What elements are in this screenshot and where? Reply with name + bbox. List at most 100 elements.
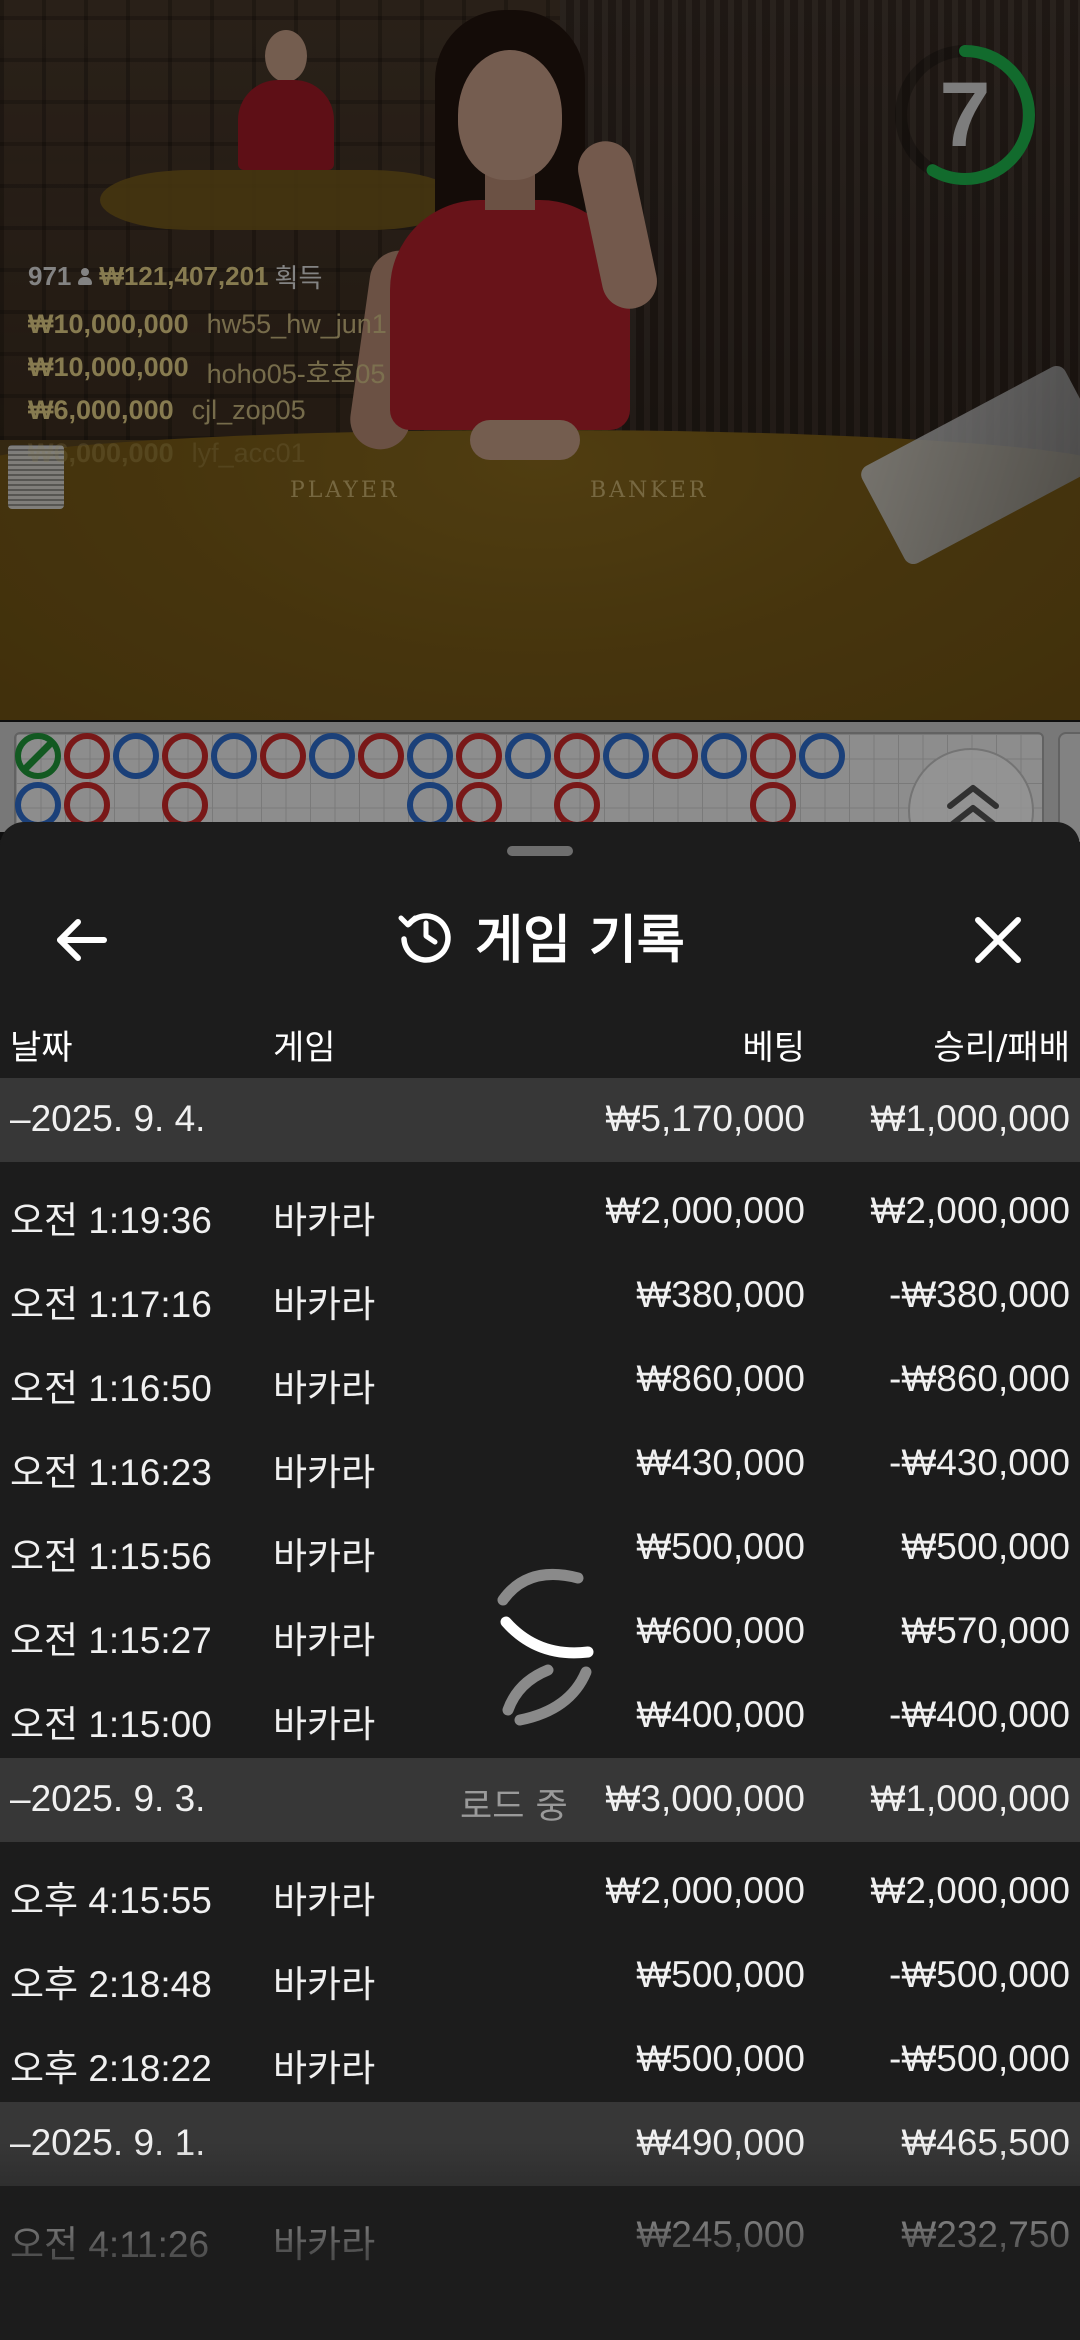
close-icon [975,917,1021,963]
bead-road-mark-player [701,733,747,779]
row-bet: ₩500,000 [636,1954,805,1995]
bead-road-mark-player [407,733,453,779]
winner-name: hoho05-호호05 [206,359,386,389]
row-result: -₩500,000 [889,2038,1070,2079]
winner-entry: ₩10,000,000 hw55_hw_jun1 [28,309,387,352]
bead-road-mark-player [211,733,257,779]
row-game: 바카라 [273,1200,376,1241]
group-result-total: ₩465,500 [901,2122,1070,2163]
row-result: -₩400,000 [889,1694,1070,1735]
row-bet: ₩245,000 [636,2214,805,2255]
table-row[interactable]: 오전 1:16:23 바카라 ₩430,000 -₩430,000 [0,1422,1080,1506]
winner-entry: ₩10,000,000 hoho05-호호05 [28,352,387,395]
group-bet-total: ₩3,000,000 [605,1778,805,1819]
row-bet: ₩600,000 [636,1610,805,1651]
winner-name: cjl_zop05 [191,395,306,425]
table-row[interactable]: 오전 1:19:36 바카라 ₩2,000,000 ₩2,000,000 [0,1170,1080,1254]
countdown-value: 7 [939,63,991,166]
table-row[interactable]: 오전 1:17:16 바카라 ₩380,000 -₩380,000 [0,1254,1080,1338]
sheet-header: 게임 기록 [0,870,1080,1000]
winner-amount: ₩6,000,000 [28,438,174,468]
bead-road-mark-banker [162,733,208,779]
bead-road-mark-banker [554,782,600,828]
bead-road-mark-player [309,733,355,779]
group-date: –2025. 9. 1. [10,2122,206,2163]
row-result: ₩2,000,000 [870,1190,1070,1231]
row-game: 바카라 [273,1452,376,1493]
bead-road-mark-banker [750,782,796,828]
winners-suffix: 획득 [274,263,323,293]
row-bet: ₩860,000 [636,1358,805,1399]
bead-road-mark-player [113,733,159,779]
table-row[interactable]: 오후 4:15:55 바카라 ₩2,000,000 ₩2,000,000 [0,1850,1080,1934]
row-game: 바카라 [273,1368,376,1409]
bead-road-mark-banker [652,733,698,779]
winner-amount: ₩10,000,000 [28,352,189,382]
background-dealer [230,26,340,170]
row-bet: ₩500,000 [636,1526,805,1567]
bead-road-mark-banker [456,733,502,779]
person-icon [77,267,93,286]
winner-entry: ₩6,000,000 lyf_acc01 [28,438,387,481]
bead-road-mark-banker [260,733,306,779]
winners-total: ₩121,407,201 [99,261,269,291]
loading-spinner-icon [497,1569,594,1726]
sheet-drag-handle[interactable] [507,846,573,856]
winner-name: hw55_hw_jun1 [206,309,387,339]
sheet-title-group: 게임 기록 [0,870,1080,1000]
bead-road-mark-banker [750,733,796,779]
row-time: 오후 4:15:55 [10,1880,212,1921]
row-result: -₩430,000 [889,1442,1070,1483]
row-game: 바카라 [273,1880,376,1921]
column-bet: 베팅 [742,1028,805,1068]
bead-road-mark-banker [358,733,404,779]
row-time: 오전 1:15:27 [10,1620,212,1661]
row-game: 바카라 [273,1536,376,1577]
column-date: 날짜 [10,1028,73,1068]
bead-road-mark-player [505,733,551,779]
table-row[interactable]: 오전 4:11:26 바카라 ₩245,000 ₩232,750 [0,2194,1080,2278]
winner-amount: ₩6,000,000 [28,395,174,425]
bead-road-mark-banker [456,782,502,828]
bead-road-mark-banker [64,782,110,828]
row-result: -₩500,000 [889,1954,1070,1995]
row-result: -₩860,000 [889,1358,1070,1399]
date-group-row[interactable]: –2025. 9. 3. 로드 중 ₩3,000,000 ₩1,000,000 [0,1758,1080,1842]
bead-road-mark-banker [162,782,208,828]
bead-road-mark-player [407,782,453,828]
group-date: –2025. 9. 4. [10,1098,206,1139]
row-bet: ₩2,000,000 [605,1190,805,1231]
row-bet: ₩430,000 [636,1442,805,1483]
winners-count: 971 [28,261,72,291]
table-row[interactable]: 오후 2:18:48 바카라 ₩500,000 -₩500,000 [0,1934,1080,2018]
winner-entry: ₩6,000,000 cjl_zop05 [28,395,387,438]
row-time: 오전 1:16:50 [10,1368,212,1409]
table-row[interactable]: 오후 2:18:22 바카라 ₩500,000 -₩500,000 [0,2018,1080,2102]
close-button[interactable] [958,900,1038,980]
table-row[interactable]: 오전 1:16:50 바카라 ₩860,000 -₩860,000 [0,1338,1080,1422]
row-result: ₩2,000,000 [870,1870,1070,1911]
row-game: 바카라 [273,1964,376,2005]
row-bet: ₩380,000 [636,1274,805,1315]
bead-road-mark-player [799,733,845,779]
history-icon [398,913,451,963]
date-group-row[interactable]: –2025. 9. 1. ₩490,000 ₩465,500 [0,2102,1080,2186]
date-group-row[interactable]: –2025. 9. 4. ₩5,170,000 ₩1,000,000 [0,1078,1080,1162]
row-time: 오전 1:16:23 [10,1452,212,1493]
row-bet: ₩500,000 [636,2038,805,2079]
row-time: 오후 2:18:22 [10,2048,212,2089]
row-game: 바카라 [273,1284,376,1325]
bead-road-mark-player [15,782,61,828]
row-game: 바카라 [273,1620,376,1661]
group-date: –2025. 9. 3. [10,1778,206,1819]
row-time: 오전 1:15:56 [10,1536,212,1577]
row-time: 오전 1:19:36 [10,1200,212,1241]
row-bet: ₩2,000,000 [605,1870,805,1911]
row-time: 오전 1:17:16 [10,1284,212,1325]
banker-area-label: BANKER [590,478,709,503]
row-result: -₩380,000 [889,1274,1070,1315]
row-game: 바카라 [273,2224,376,2265]
group-result-total: ₩1,000,000 [870,1778,1070,1819]
bead-road-tie-slash [19,737,57,775]
group-result-total: ₩1,000,000 [870,1098,1070,1139]
